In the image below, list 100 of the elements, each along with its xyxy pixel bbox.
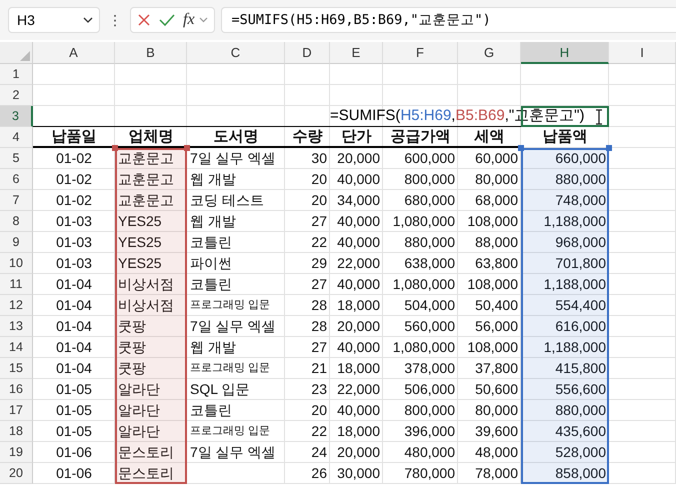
table-cell-text: 교훈문고	[117, 149, 175, 168]
check-icon[interactable]	[159, 13, 175, 27]
table-cell-text: 480,000	[403, 443, 456, 462]
table-cell-text: 108,000	[466, 212, 519, 231]
table-cell-text: 22,000	[336, 254, 381, 273]
table-header: 공급가액	[390, 127, 452, 147]
table-cell-text: 40,000	[336, 275, 381, 294]
row-header[interactable]: 6	[0, 169, 33, 190]
table-cell-text: 40,000	[336, 212, 381, 231]
table-cell-text: 27	[310, 275, 328, 294]
table-cell-text: 968,000	[554, 233, 607, 252]
row-header[interactable]: 11	[0, 274, 33, 295]
cancel-icon[interactable]	[137, 13, 151, 27]
table-cell-text: 701,800	[554, 254, 607, 273]
table-cell-text: 20,000	[336, 443, 381, 462]
table-cell-text: 프로그래밍 입문	[189, 361, 272, 376]
table-cell-text: 504,000	[403, 296, 456, 315]
table-cell-text: 22	[310, 233, 328, 252]
chevron-down-icon[interactable]	[198, 17, 208, 23]
column-header[interactable]: G	[458, 42, 521, 64]
table-cell-text: 27	[310, 338, 328, 357]
column-header[interactable]: D	[285, 42, 330, 64]
table-cell-text: 웹 개발	[189, 212, 237, 231]
table-header: 납품액	[542, 127, 588, 147]
table-cell-text: 108,000	[466, 338, 519, 357]
table-cell-text: 37,800	[474, 359, 519, 378]
insert-function-button[interactable]: fx	[183, 11, 195, 29]
table-cell-text: 7일 실무 엑셀	[189, 443, 277, 462]
table-cell-text: 858,000	[554, 464, 607, 483]
table-cell-text: 435,600	[554, 422, 607, 441]
table-cell-text: 28	[310, 296, 328, 315]
table-cell-text: 680,000	[403, 191, 456, 210]
row-header[interactable]: 18	[0, 421, 33, 442]
name-box[interactable]: H3	[8, 7, 100, 33]
table-cell-text: 800,000	[403, 170, 456, 189]
range-handle[interactable]	[112, 145, 118, 151]
table-cell-text: 01-05	[55, 401, 93, 420]
row-header[interactable]: 17	[0, 400, 33, 421]
row-header[interactable]: 20	[0, 463, 33, 484]
table-cell-text: 29	[310, 254, 328, 273]
row-header[interactable]: 3	[0, 106, 33, 127]
table-cell-text: 7일 실무 엑셀	[189, 149, 277, 168]
table-cell-text: 01-04	[55, 359, 93, 378]
table-cell-text: 80,000	[474, 170, 519, 189]
row-header[interactable]: 10	[0, 253, 33, 274]
column-header[interactable]: E	[330, 42, 383, 64]
row-header[interactable]: 15	[0, 358, 33, 379]
table-cell-text: 748,000	[554, 191, 607, 210]
table-cell-text: 비상서점	[117, 296, 175, 315]
row-header[interactable]: 14	[0, 337, 33, 358]
table-header: 업체명	[128, 127, 174, 147]
row-header[interactable]: 2	[0, 85, 33, 106]
table-cell-text: 1,188,000	[542, 275, 607, 294]
table-cell-text: 웹 개발	[189, 338, 237, 357]
table-cell-text: 34,000	[336, 191, 381, 210]
table-cell-text: 80,000	[474, 401, 519, 420]
select-all-icon[interactable]	[20, 51, 30, 61]
table-cell-text: 560,000	[403, 317, 456, 336]
range-handle[interactable]	[184, 145, 190, 151]
table-cell-text: 1,188,000	[542, 338, 607, 357]
column-header[interactable]: A	[33, 42, 115, 64]
table-cell-text: 415,800	[554, 359, 607, 378]
table-cell-text: 01-03	[55, 233, 93, 252]
table-cell-text: 20	[310, 191, 328, 210]
table-cell-text: 556,600	[554, 380, 607, 399]
row-header[interactable]: 9	[0, 232, 33, 253]
range-handle[interactable]	[606, 145, 612, 151]
row-header[interactable]: 8	[0, 211, 33, 232]
formula-field[interactable]: =SUMIFS(H5:H69,B5:B69,"교훈문고")	[220, 7, 676, 33]
table-cell-text: 7일 실무 엑셀	[189, 317, 277, 336]
column-header[interactable]: I	[609, 42, 676, 64]
range-handle[interactable]	[518, 145, 524, 151]
table-cell-text: 39,600	[474, 422, 519, 441]
row-header[interactable]: 16	[0, 379, 33, 400]
table-cell-text: 60,000	[474, 149, 519, 168]
row-header[interactable]: 12	[0, 295, 33, 316]
column-header[interactable]: B	[115, 42, 187, 64]
table-cell-text: 800,000	[403, 401, 456, 420]
column-header[interactable]: H	[521, 42, 609, 64]
table-cell-text: 18,000	[336, 359, 381, 378]
row-header[interactable]: 1	[0, 64, 33, 85]
table-cell-text: 30	[310, 149, 328, 168]
table-cell-text: 20	[310, 170, 328, 189]
column-header[interactable]: F	[383, 42, 458, 64]
more-options-icon[interactable]: ⋮	[106, 12, 124, 28]
table-cell-text: 01-04	[55, 296, 93, 315]
row-header[interactable]: 19	[0, 442, 33, 463]
table-cell-text: 50,400	[474, 296, 519, 315]
row-header[interactable]: 13	[0, 316, 33, 337]
table-cell-text: 88,000	[474, 233, 519, 252]
table-cell-text: 21	[310, 359, 328, 378]
table-cell-text: 30,000	[336, 464, 381, 483]
table-header: 수량	[292, 127, 324, 147]
table-cell-text: 40,000	[336, 401, 381, 420]
row-header[interactable]: 5	[0, 148, 33, 169]
column-header[interactable]: C	[187, 42, 285, 64]
table-cell-text: 웹 개발	[189, 170, 237, 189]
table-cell-text: 코딩 테스트	[189, 191, 265, 210]
row-header[interactable]: 4	[0, 127, 33, 148]
row-header[interactable]: 7	[0, 190, 33, 211]
